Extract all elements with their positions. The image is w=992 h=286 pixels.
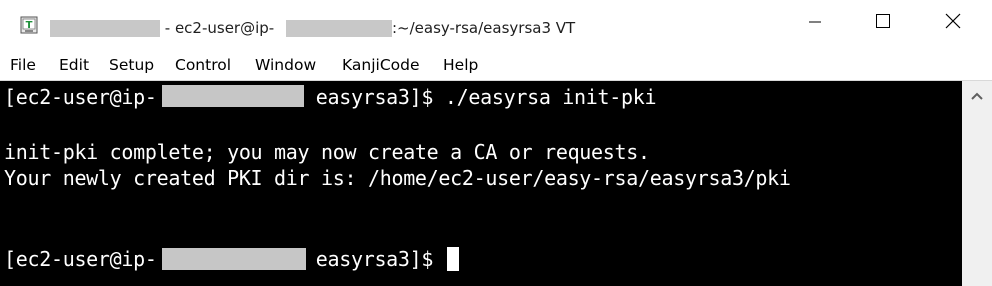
redacted-hostname-block xyxy=(50,20,160,37)
redacted-ip-block xyxy=(286,20,392,37)
minimize-icon xyxy=(808,14,822,33)
terminal-line-output: Your newly created PKI dir is: /home/ec2… xyxy=(4,166,791,190)
teraterm-icon[interactable]: T xyxy=(20,16,38,34)
maximize-button[interactable] xyxy=(860,0,906,46)
menu-kanjicode[interactable]: KanjiCode xyxy=(342,54,420,76)
vertical-scrollbar[interactable] xyxy=(962,81,992,286)
close-icon xyxy=(945,13,961,33)
title-bar[interactable]: T - ec2-user@ip- :~/easy-rsa/easyrsa3 VT xyxy=(0,0,992,46)
terminal-screen[interactable]: [ec2-user@ip- easyrsa3]$ ./easyrsa init-… xyxy=(0,81,962,286)
text-cursor xyxy=(447,247,459,271)
terminal-line-prompt-prefix: [ec2-user@ip- xyxy=(4,247,157,271)
menu-bar: File Edit Setup Control Window KanjiCode… xyxy=(0,50,992,80)
terminal-line-command: easyrsa3]$ ./easyrsa init-pki xyxy=(304,85,657,109)
window-title-path: :~/easy-rsa/easyrsa3 VT xyxy=(392,19,576,37)
minimize-button[interactable] xyxy=(792,0,838,46)
menu-control[interactable]: Control xyxy=(175,54,231,76)
redacted-ip-block xyxy=(162,248,306,270)
menu-file[interactable]: File xyxy=(10,54,36,76)
svg-text:T: T xyxy=(26,20,33,31)
terminal-line-prompt-suffix: easyrsa3]$ xyxy=(304,247,434,271)
scroll-up-arrow-icon xyxy=(971,86,983,105)
menu-help[interactable]: Help xyxy=(443,54,478,76)
close-button[interactable] xyxy=(930,0,976,46)
terminal-line-prompt-prefix: [ec2-user@ip- xyxy=(4,85,157,109)
scroll-up-button[interactable] xyxy=(962,81,992,109)
menu-edit[interactable]: Edit xyxy=(59,54,89,76)
redacted-ip-block xyxy=(162,85,304,107)
window-title-prefix: - ec2-user@ip- xyxy=(160,19,275,37)
maximize-icon xyxy=(875,13,891,33)
terminal-line-output: init-pki complete; you may now create a … xyxy=(4,140,650,164)
menu-setup[interactable]: Setup xyxy=(109,54,154,76)
menu-window[interactable]: Window xyxy=(255,54,316,76)
